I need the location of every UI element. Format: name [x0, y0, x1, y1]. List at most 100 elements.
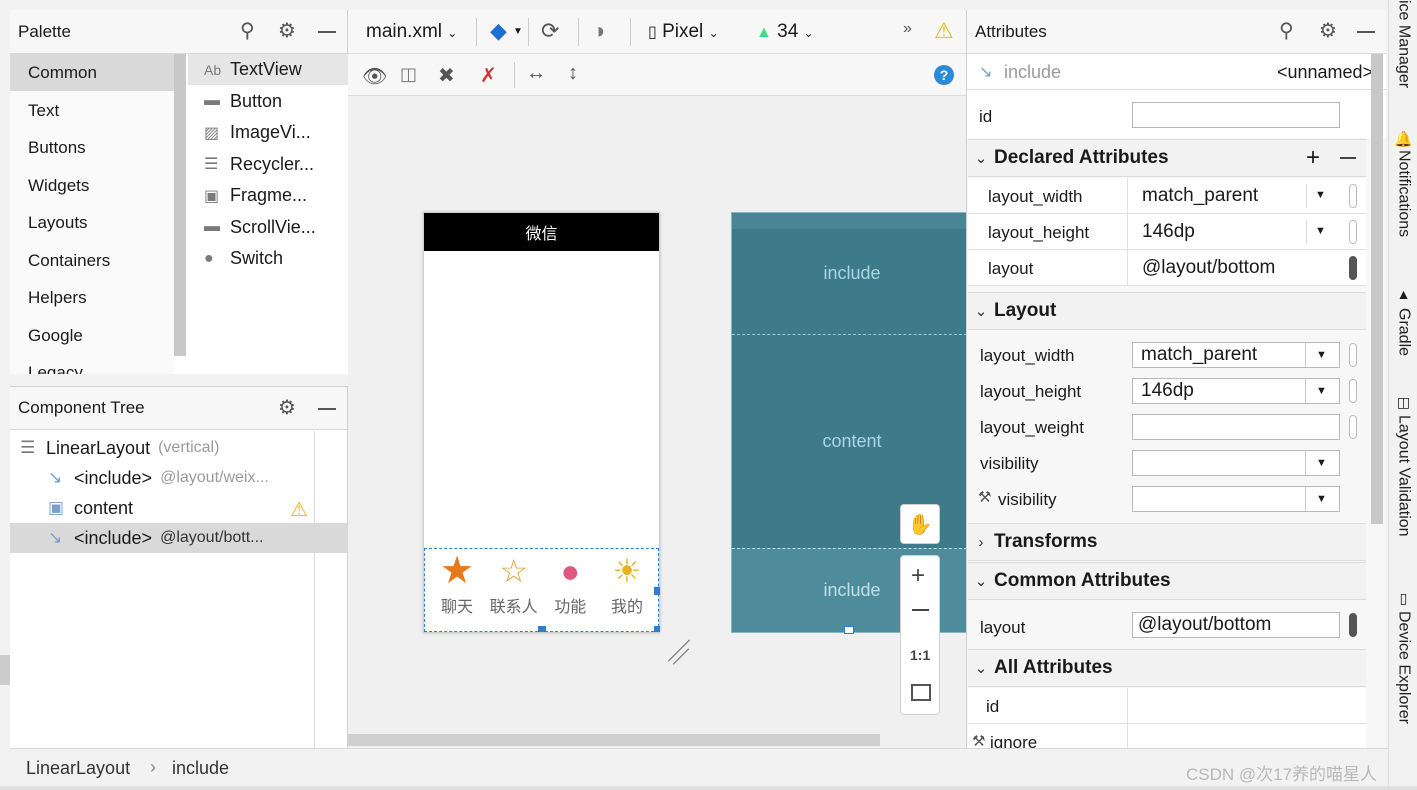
palette-widget[interactable]: ▬ Button	[188, 86, 348, 117]
palette-category[interactable]: Helpers	[10, 279, 174, 316]
overflow-icon[interactable]: »	[903, 20, 912, 38]
zoom-out-icon[interactable]	[912, 609, 929, 611]
reference-pill[interactable]	[1349, 613, 1357, 637]
palette-widget[interactable]: ▨ ImageVi...	[188, 117, 348, 148]
api-selector[interactable]: ▲ 34 ⌄	[756, 21, 814, 43]
palette-category[interactable]: Containers	[10, 242, 174, 279]
help-icon[interactable]: ?	[934, 65, 954, 85]
chevron-down-icon[interactable]: ▼	[1316, 385, 1327, 397]
resize-handle[interactable]	[654, 587, 660, 595]
palette-widget[interactable]: ▬ ScrollVie...	[188, 212, 348, 243]
side-tab-notifications[interactable]: 🔔 Notifications	[1390, 130, 1417, 237]
bottom-tab[interactable]: ☀ 我的	[599, 551, 655, 621]
reference-pill[interactable]	[1349, 184, 1357, 208]
constraints-off-icon[interactable]: ✖	[438, 63, 455, 88]
reference-pill[interactable]	[1349, 379, 1357, 403]
chevron-down-icon[interactable]: ▼	[1315, 225, 1326, 237]
transforms-section[interactable]: › Transforms	[968, 523, 1366, 561]
all-attributes-section[interactable]: ⌄ All Attributes	[968, 649, 1366, 687]
chevron-down-icon[interactable]: ▼	[1316, 493, 1327, 505]
warning-icon[interactable]: ⚠	[290, 497, 308, 522]
layout-section[interactable]: ⌄ Layout	[968, 292, 1366, 330]
minimize-icon[interactable]	[318, 31, 336, 33]
side-tab-gradle[interactable]: ▲ Gradle	[1390, 286, 1417, 356]
attribute-value-field[interactable]: match_parent ▼	[1132, 342, 1340, 368]
palette-widget[interactable]: ● Switch	[188, 243, 348, 274]
attribute-value-field[interactable]: ▼	[1132, 450, 1340, 476]
gear-icon[interactable]: ⚙	[278, 21, 296, 41]
breadcrumb-item[interactable]: include	[172, 758, 229, 779]
remove-icon[interactable]	[1340, 157, 1356, 159]
palette-scrollbar[interactable]	[174, 54, 186, 356]
attribute-value[interactable]: match_parent	[1142, 185, 1258, 207]
expand-horizontal-icon[interactable]: ↔	[526, 62, 546, 85]
reference-pill[interactable]	[1349, 256, 1357, 280]
attribute-value[interactable]: @layout/bottom	[1142, 257, 1275, 279]
breadcrumb-item[interactable]: LinearLayout	[26, 758, 130, 779]
reference-pill[interactable]	[1349, 220, 1357, 244]
blueprint-include-top[interactable]: include	[732, 213, 966, 335]
gear-icon[interactable]: ⚙	[1319, 21, 1337, 41]
attributes-scrollbar[interactable]	[1371, 54, 1383, 524]
minimize-icon[interactable]	[318, 408, 336, 410]
common-attributes-section[interactable]: ⌄ Common Attributes	[968, 562, 1366, 600]
palette-category[interactable]: Common	[10, 54, 174, 91]
resize-handle[interactable]	[654, 626, 660, 632]
tree-item[interactable]: ▣ content ⚠	[10, 493, 348, 523]
pan-button[interactable]: ✋	[900, 504, 940, 544]
gear-icon[interactable]: ⚙	[278, 398, 296, 418]
device-selector[interactable]: ▯ Pixel ⌄	[648, 21, 719, 43]
palette-category[interactable]: Google	[10, 317, 174, 354]
chevron-down-icon[interactable]: ▼	[1316, 349, 1327, 361]
tree-item[interactable]: ↘ <include> @layout/bott...	[10, 523, 348, 553]
attribute-value-field[interactable]: 146dp ▼	[1132, 378, 1340, 404]
resize-handle[interactable]	[538, 626, 546, 632]
reference-pill[interactable]	[1349, 343, 1357, 367]
phone-preview[interactable]: 微信 ★ 聊天 ☆ 联系人 ● 功能 ☀ 我的	[423, 212, 660, 633]
declared-attributes-section[interactable]: ⌄ Declared Attributes +	[968, 139, 1366, 177]
canvas-scrollbar[interactable]	[348, 734, 880, 746]
search-icon[interactable]: ⚲	[1279, 21, 1294, 41]
palette-category[interactable]: Buttons	[10, 129, 174, 166]
zoom-in-icon[interactable]: +	[911, 562, 925, 590]
minimize-icon[interactable]	[1357, 31, 1375, 33]
palette-widget[interactable]: ▣ Fragme...	[188, 180, 348, 211]
chevron-down-icon[interactable]: ▼	[1315, 189, 1326, 201]
clear-constraints-icon[interactable]: ✗	[480, 63, 497, 88]
eye-icon[interactable]: 👁	[362, 64, 387, 89]
chevron-down-icon[interactable]: ▼	[1316, 457, 1327, 469]
palette-widget[interactable]: ☰ Recycler...	[188, 149, 348, 180]
attribute-value-field[interactable]	[1132, 414, 1340, 440]
search-icon[interactable]: ⚲	[240, 21, 255, 41]
bottom-tab[interactable]: ● 功能	[542, 551, 598, 621]
add-icon[interactable]: +	[1306, 144, 1320, 172]
resize-corner-icon[interactable]	[664, 636, 690, 666]
warning-icon[interactable]: ⚠	[934, 18, 954, 44]
resize-handle[interactable]	[844, 626, 854, 634]
palette-category[interactable]: Layouts	[10, 204, 174, 241]
attribute-value-field[interactable]: @layout/bottom	[1132, 612, 1340, 638]
expand-vertical-icon[interactable]: ↕	[568, 62, 578, 85]
night-mode-icon[interactable]: ◑	[592, 18, 605, 44]
palette-category[interactable]: Text	[10, 92, 174, 129]
layers-icon[interactable]: ◆	[490, 18, 507, 44]
bottom-tab[interactable]: ★ 聊天	[429, 551, 485, 621]
fit-screen-icon[interactable]	[911, 684, 931, 701]
palette-widget[interactable]: Ab TextView	[188, 54, 348, 85]
grid-icon[interactable]: ◫	[400, 64, 417, 85]
side-tab-layout-validation[interactable]: ◫ Layout Validation	[1390, 394, 1417, 537]
attribute-value[interactable]: 146dp	[1142, 221, 1195, 243]
id-input[interactable]	[1132, 102, 1340, 128]
side-tab-device-explorer[interactable]: ▯ Device Explorer	[1390, 590, 1417, 724]
rotate-icon[interactable]: ⟳	[541, 18, 559, 44]
side-tab-device-manager[interactable]: ice Manager	[1390, 0, 1417, 88]
bottom-include-selected[interactable]: ★ 聊天 ☆ 联系人 ● 功能 ☀ 我的	[424, 548, 660, 632]
tree-item[interactable]: ☰ LinearLayout (vertical)	[10, 433, 348, 463]
chevron-down-icon[interactable]: ▼	[513, 26, 523, 37]
attribute-value-field[interactable]: ▼	[1132, 486, 1340, 512]
file-selector[interactable]: main.xml ⌄	[366, 21, 457, 43]
design-canvas[interactable]: 微信 ★ 聊天 ☆ 联系人 ● 功能 ☀ 我的 include content include…	[348, 96, 966, 748]
palette-category[interactable]: Widgets	[10, 167, 174, 204]
reference-pill[interactable]	[1349, 415, 1357, 439]
palette-category[interactable]: Legacy	[10, 354, 174, 374]
